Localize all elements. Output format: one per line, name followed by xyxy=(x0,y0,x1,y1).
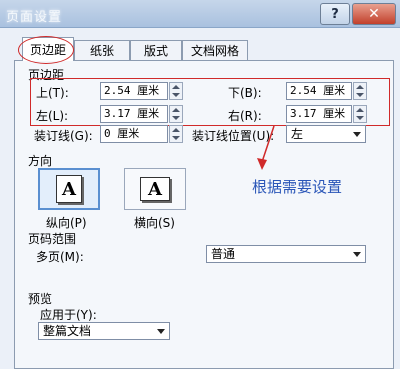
chevron-down-icon xyxy=(157,329,165,334)
chevron-down-icon xyxy=(353,132,361,137)
tab-document-grid[interactable]: 文档网格 xyxy=(182,40,248,60)
close-button[interactable]: ✕ xyxy=(352,3,396,25)
portrait-option[interactable]: A xyxy=(38,168,100,210)
left-margin-spinner[interactable] xyxy=(169,105,183,123)
page-setup-dialog: 页边距 纸张 版式 文档网格 页边距 上(T): 2.54 厘米 下(B): 2… xyxy=(0,28,400,369)
gutter-position-select[interactable]: 左 xyxy=(286,125,366,143)
tab-highlight-circle xyxy=(18,36,74,64)
top-margin-input[interactable]: 2.54 厘米 xyxy=(100,82,168,100)
annotation-arrow-icon xyxy=(257,125,275,170)
apply-to-label: 应用于(Y): xyxy=(40,308,97,322)
orientation-section-label: 方向 xyxy=(28,154,53,168)
portrait-page-icon: A xyxy=(56,175,82,203)
gutter-label: 装订线(G): xyxy=(34,129,93,143)
window-title: 页面设置 xyxy=(6,10,63,25)
bottom-margin-label: 下(B): xyxy=(228,86,262,100)
landscape-option[interactable]: A xyxy=(124,168,186,210)
gutter-input[interactable]: 0 厘米 xyxy=(100,125,168,143)
top-margin-spinner[interactable] xyxy=(169,82,183,100)
multiple-pages-label: 多页(M): xyxy=(36,250,84,264)
help-button[interactable]: ? xyxy=(320,3,350,25)
top-margin-label: 上(T): xyxy=(36,86,69,100)
multiple-pages-select[interactable]: 普通 xyxy=(206,245,366,263)
pages-section-label: 页码范围 xyxy=(28,232,77,246)
left-margin-label: 左(L): xyxy=(36,109,69,123)
landscape-page-icon: A xyxy=(140,177,170,201)
left-margin-input[interactable]: 3.17 厘米 xyxy=(100,105,168,123)
right-margin-input[interactable]: 3.17 厘米 xyxy=(286,105,352,123)
apply-to-select[interactable]: 整篇文档 xyxy=(38,322,170,340)
portrait-label: 纵向(P) xyxy=(46,216,87,230)
right-margin-spinner[interactable] xyxy=(353,105,367,123)
right-margin-label: 右(R): xyxy=(228,109,262,123)
tab-layout[interactable]: 版式 xyxy=(130,40,182,60)
gutter-position-value: 左 xyxy=(291,127,304,141)
bottom-margin-spinner[interactable] xyxy=(353,82,367,100)
gutter-spinner[interactable] xyxy=(169,125,183,143)
multiple-pages-value: 普通 xyxy=(211,247,236,261)
title-bar: 页面设置 ? ✕ xyxy=(0,0,400,28)
chevron-down-icon xyxy=(353,252,361,257)
preview-section-label: 预览 xyxy=(28,292,53,306)
landscape-label: 横向(S) xyxy=(134,216,175,230)
bottom-margin-input[interactable]: 2.54 厘米 xyxy=(286,82,352,100)
annotation-hint: 根据需要设置 xyxy=(252,178,343,196)
tab-paper[interactable]: 纸张 xyxy=(74,40,130,60)
apply-to-value: 整篇文档 xyxy=(43,324,92,338)
